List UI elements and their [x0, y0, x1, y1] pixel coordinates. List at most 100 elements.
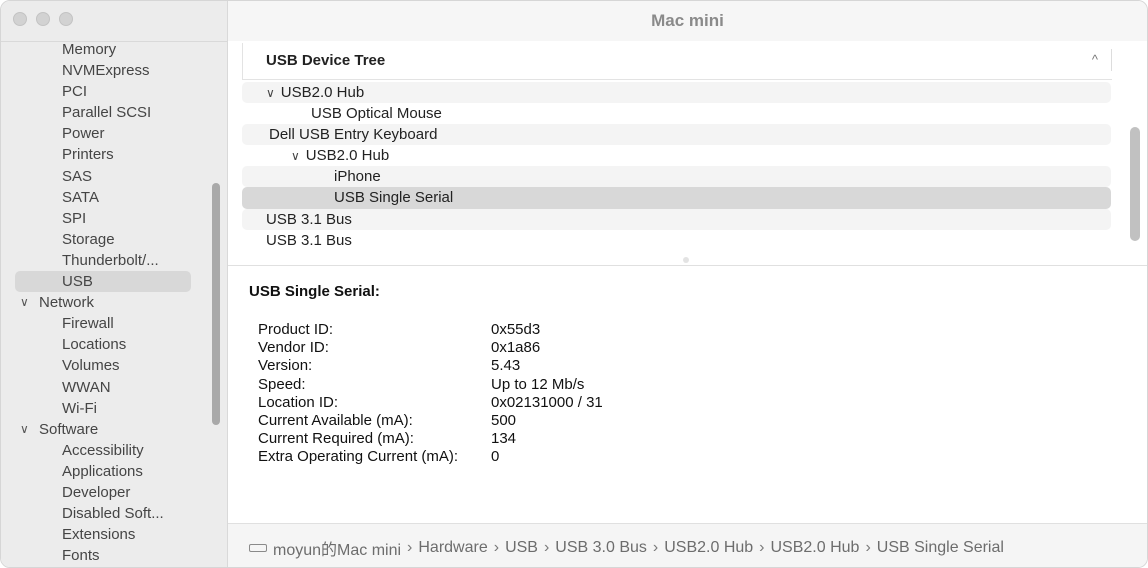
sidebar-item-label: Software	[39, 420, 99, 438]
property-row: Version: 5.43	[258, 357, 758, 375]
chevron-right-icon: ›	[759, 539, 765, 556]
sidebar-item-label: Printers	[62, 146, 114, 164]
sidebar-item-label: SAS	[62, 167, 93, 185]
path-bar: moyun的Mac mini › Hardware › USB › USB 3.0 Bus ›…	[228, 523, 1147, 567]
minimize-button[interactable]	[36, 12, 50, 26]
breadcrumb-item[interactable]: USB2.0 Hub	[664, 539, 753, 557]
tree-row[interactable]: USB Optical Mouse	[242, 103, 1111, 124]
sidebar-item-locations[interactable]: Locations	[1, 334, 227, 355]
property-row: Vendor ID: 0x1a86	[258, 339, 758, 357]
sidebar-item-label: Memory	[62, 41, 117, 58]
sidebar-item-label: Power	[62, 125, 105, 143]
tree-row-label: USB 3.1 Bus	[266, 231, 352, 249]
tree-row[interactable]: ∨ USB2.0 Hub	[242, 82, 1111, 104]
device-tree-scrollbar[interactable]	[1130, 127, 1140, 241]
chevron-right-icon: ›	[865, 539, 871, 556]
tree-row[interactable]: USB 3.1 Bus	[242, 208, 1111, 230]
sidebar-item-label: Storage	[62, 230, 115, 248]
sidebar-item-label: Parallel SCSI	[62, 104, 152, 122]
sidebar-item-nvmexpress[interactable]: NVMExpress	[1, 60, 227, 81]
property-row: Location ID: 0x02131000 / 31	[258, 394, 758, 412]
sidebar-item-firewall[interactable]: Firewall	[1, 313, 227, 334]
sidebar-item-spi[interactable]: SPI	[1, 208, 227, 229]
sidebar-item-fonts[interactable]: Fonts	[1, 545, 227, 566]
sidebar-item-label: Disabled Soft...	[62, 505, 164, 523]
chevron-down-icon[interactable]: ∨	[291, 149, 300, 163]
tree-row[interactable]: USB Single Serial	[242, 187, 1111, 209]
sidebar-item-sas[interactable]: SAS	[1, 166, 227, 187]
sidebar-item-accessibility[interactable]: Accessibility	[1, 440, 227, 461]
sidebar-item-printers[interactable]: Printers	[1, 144, 227, 165]
device-tree: ∨ USB2.0 Hub USB Optical Mouse Dell USB Ent…	[242, 82, 1111, 251]
chevron-right-icon: ›	[543, 539, 550, 556]
property-value: 0x55d3	[491, 321, 541, 338]
sidebar-item-software[interactable]: ∨ Software	[1, 419, 227, 440]
chevron-down-icon[interactable]: ∨	[20, 292, 29, 313]
sidebar-item-label: Firewall	[62, 315, 114, 333]
window-controls	[13, 12, 73, 26]
sidebar-item-extensions[interactable]: Extensions	[1, 524, 227, 545]
chevron-down-icon[interactable]: ∨	[20, 419, 29, 440]
chevron-up-icon[interactable]: ^	[1092, 52, 1098, 67]
device-tree-title: USB Device Tree	[266, 52, 386, 69]
sidebar-item-volumes[interactable]: Volumes	[1, 355, 227, 376]
device-tree-header[interactable]: USB Device Tree ^	[242, 43, 1112, 80]
sidebar-item-wwan[interactable]: WWAN	[1, 377, 227, 398]
property-value: 134	[491, 430, 517, 448]
property-row: Product ID: 0x55d3	[258, 321, 758, 339]
breadcrumb-item[interactable]: USB2.0 Hub	[771, 539, 860, 557]
tree-row-label: iPhone	[334, 168, 381, 186]
pane-splitter[interactable]	[228, 265, 1147, 266]
property-value: Up to 12 Mb/s	[491, 375, 585, 393]
tree-row-label: USB2.0 Hub	[280, 84, 365, 101]
sidebar-item-parallel-scsi[interactable]: Parallel SCSI	[1, 102, 227, 123]
breadcrumb-item[interactable]: USB	[505, 539, 538, 557]
sidebar-item-label: USB	[62, 273, 93, 291]
sidebar-item-network[interactable]: ∨ Network	[1, 292, 227, 313]
sidebar-item-applications[interactable]: Applications	[1, 461, 227, 482]
title-bar: Mac mini	[228, 1, 1147, 41]
breadcrumb-item[interactable]: moyun的Mac mini	[273, 536, 401, 560]
chevron-right-icon: ›	[493, 539, 500, 556]
sidebar-item-label: NVMExpress	[62, 62, 150, 80]
tree-row[interactable]: ∨ USB2.0 Hub	[242, 145, 1111, 166]
split-handle[interactable]	[683, 257, 689, 263]
sidebar-item-thunderbolt[interactable]: Thunderbolt/...	[1, 250, 227, 271]
breadcrumb-item[interactable]: USB Single Serial	[877, 539, 1004, 557]
breadcrumb-item[interactable]: USB 3.0 Bus	[555, 539, 647, 557]
sidebar-item-storage[interactable]: Storage	[1, 229, 227, 250]
zoom-button[interactable]	[59, 12, 73, 26]
sidebar-item-power[interactable]: Power	[1, 123, 227, 144]
tree-row[interactable]: USB 3.1 Bus	[242, 230, 1111, 251]
sidebar-item-sata[interactable]: SATA	[1, 187, 227, 208]
sidebar-item-pci[interactable]: PCI	[1, 81, 227, 102]
sidebar-item-wi-fi[interactable]: Wi-Fi	[1, 398, 227, 419]
tree-row[interactable]: Dell USB Entry Keyboard	[242, 124, 1111, 146]
property-key: Location ID:	[258, 393, 339, 411]
tree-row-label: USB Optical Mouse	[311, 105, 442, 123]
sidebar-item-memory[interactable]: Memory	[1, 39, 227, 60]
sidebar-item-label: Applications	[62, 462, 143, 480]
detail-title: USB Single Serial:	[249, 283, 380, 300]
sidebar-item-developer[interactable]: Developer	[1, 482, 227, 503]
sidebar-item-label: Accessibility	[62, 441, 144, 459]
tree-row-label: USB Single Serial	[334, 189, 454, 207]
chevron-down-icon[interactable]: ∨	[266, 86, 275, 100]
property-key: Current Available (mA):	[258, 411, 413, 429]
system-information-window: Memory NVMExpress PCI Parallel SCSI Power Pri…	[0, 0, 1148, 568]
sidebar-item-disabled-soft[interactable]: Disabled Soft...	[1, 503, 227, 524]
sidebar-scrollbar[interactable]	[212, 183, 220, 425]
sidebar-item-label: PCI	[62, 83, 88, 101]
sidebar: Memory NVMExpress PCI Parallel SCSI Power Pri…	[1, 1, 228, 567]
sidebar-item-usb[interactable]: USB	[1, 271, 227, 293]
property-key: Extra Operating Current (mA):	[258, 448, 459, 466]
property-row: Speed: Up to 12 Mb/s	[258, 376, 758, 394]
tree-row[interactable]: iPhone	[242, 166, 1111, 188]
property-row: Current Available (mA): 500	[258, 412, 758, 430]
sidebar-item-label: Network	[39, 294, 95, 312]
close-button[interactable]	[13, 12, 27, 26]
window-title: Mac mini	[651, 11, 724, 30]
breadcrumb-item[interactable]: Hardware	[418, 539, 487, 557]
chevron-right-icon: ›	[407, 539, 413, 556]
property-list: Product ID: 0x55d3 Vendor ID: 0x1a86 Version…	[258, 321, 758, 467]
